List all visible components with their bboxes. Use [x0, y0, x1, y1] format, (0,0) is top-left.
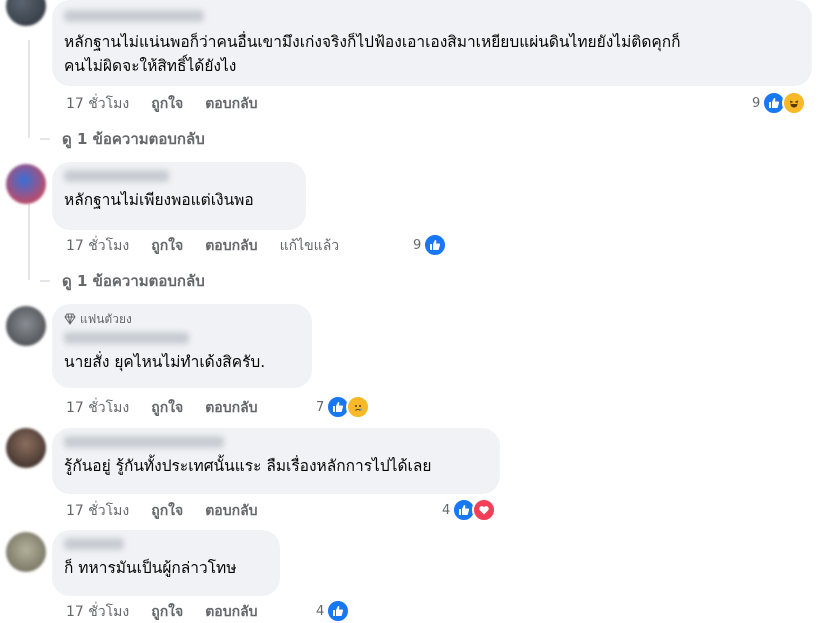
view-replies-label: ดู 1 ข้อความตอบกลับ — [62, 272, 205, 290]
reaction-summary[interactable]: 7 — [316, 395, 371, 419]
haha-icon — [782, 91, 807, 115]
like-button[interactable]: ถูกใจ — [151, 500, 183, 522]
view-replies-link[interactable]: ดู 1 ข้อความตอบกลับ — [62, 127, 205, 151]
commenter-name[interactable] — [64, 538, 124, 550]
reaction-summary[interactable]: 9 — [413, 233, 448, 257]
diamond-icon — [64, 313, 76, 325]
commenter-name[interactable] — [64, 436, 224, 448]
avatar[interactable] — [6, 0, 46, 26]
like-button[interactable]: ถูกใจ — [151, 93, 183, 115]
timestamp[interactable]: 17 ชั่วโมง — [66, 235, 129, 257]
reaction-summary[interactable]: 9 — [752, 91, 807, 115]
reaction-count: 9 — [413, 237, 422, 253]
comment-text: หลักฐานไม่เพียงพอแต่เงินพอ — [64, 191, 254, 209]
comment-text: ก็ ทหารมันเป็นผู้กล่าวโทษ — [64, 559, 237, 577]
view-replies-label: ดู 1 ข้อความตอบกลับ — [62, 130, 205, 148]
reaction-count: 4 — [316, 603, 325, 619]
comment-text: คนไม่ผิดจะให้สิทธิ์ได้ยังไง — [64, 57, 237, 75]
comment-actions: 17 ชั่วโมง ถูกใจ ตอบกลับ — [66, 397, 258, 419]
comment-text: รู้กันอยู่ รู้กันทั้งประเทศนั้นแระ ลืมเร… — [64, 457, 432, 475]
comment-bubble: หลักฐานไม่เพียงพอแต่เงินพอ — [52, 162, 306, 230]
reply-button[interactable]: ตอบกลับ — [205, 93, 257, 115]
reply-button[interactable]: ตอบกลับ — [205, 500, 257, 522]
comment-bubble: หลักฐานไม่แน่นพอก็ว่าคนอื่นเขามึงเก่งจริ… — [52, 0, 812, 86]
sad-icon — [346, 395, 371, 419]
avatar[interactable] — [6, 164, 46, 204]
avatar[interactable] — [6, 428, 46, 468]
comment-actions: 17 ชั่วโมง ถูกใจ ตอบกลับ — [66, 93, 258, 115]
like-icon — [423, 233, 448, 257]
timestamp[interactable]: 17 ชั่วโมง — [66, 93, 129, 115]
reply-button[interactable]: ตอบกลับ — [205, 235, 257, 257]
comment-bubble: ก็ ทหารมันเป็นผู้กล่าวโทษ — [52, 530, 280, 596]
thread-line — [28, 40, 30, 138]
thread-connector — [40, 138, 50, 140]
edited-label: แก้ไขแล้ว — [279, 238, 340, 254]
badge-label: แฟนตัวยง — [80, 311, 132, 326]
comment-bubble: แฟนตัวยง นายสั่ง ยุคไหนไม่ทำเด้งสิครับ. — [52, 304, 312, 388]
like-icon — [326, 599, 351, 623]
timestamp[interactable]: 17 ชั่วโมง — [66, 500, 129, 522]
reply-button[interactable]: ตอบกลับ — [205, 397, 257, 419]
like-button[interactable]: ถูกใจ — [151, 235, 183, 257]
love-icon — [472, 498, 497, 522]
thread-line — [28, 204, 30, 280]
top-fan-badge: แฟนตัวยง — [64, 310, 300, 328]
timestamp[interactable]: 17 ชั่วโมง — [66, 397, 129, 419]
reaction-summary[interactable]: 4 — [442, 498, 497, 522]
thread-connector — [40, 280, 50, 282]
reaction-count: 7 — [316, 399, 325, 415]
comment-bubble: รู้กันอยู่ รู้กันทั้งประเทศนั้นแระ ลืมเร… — [52, 428, 500, 494]
avatar[interactable] — [6, 306, 46, 346]
view-replies-link[interactable]: ดู 1 ข้อความตอบกลับ — [62, 269, 205, 293]
commenter-name[interactable] — [64, 332, 189, 344]
comment-actions: 17 ชั่วโมง ถูกใจ ตอบกลับ แก้ไขแล้ว — [66, 235, 339, 257]
reaction-count: 4 — [442, 502, 451, 518]
reaction-count: 9 — [752, 95, 761, 111]
comment-actions: 17 ชั่วโมง ถูกใจ ตอบกลับ — [66, 500, 258, 522]
like-button[interactable]: ถูกใจ — [151, 397, 183, 419]
reaction-summary[interactable]: 4 — [316, 599, 351, 623]
comment-text: นายสั่ง ยุคไหนไม่ทำเด้งสิครับ. — [64, 353, 266, 371]
commenter-name[interactable] — [64, 170, 169, 182]
commenter-name[interactable] — [64, 10, 204, 22]
avatar[interactable] — [6, 532, 46, 572]
